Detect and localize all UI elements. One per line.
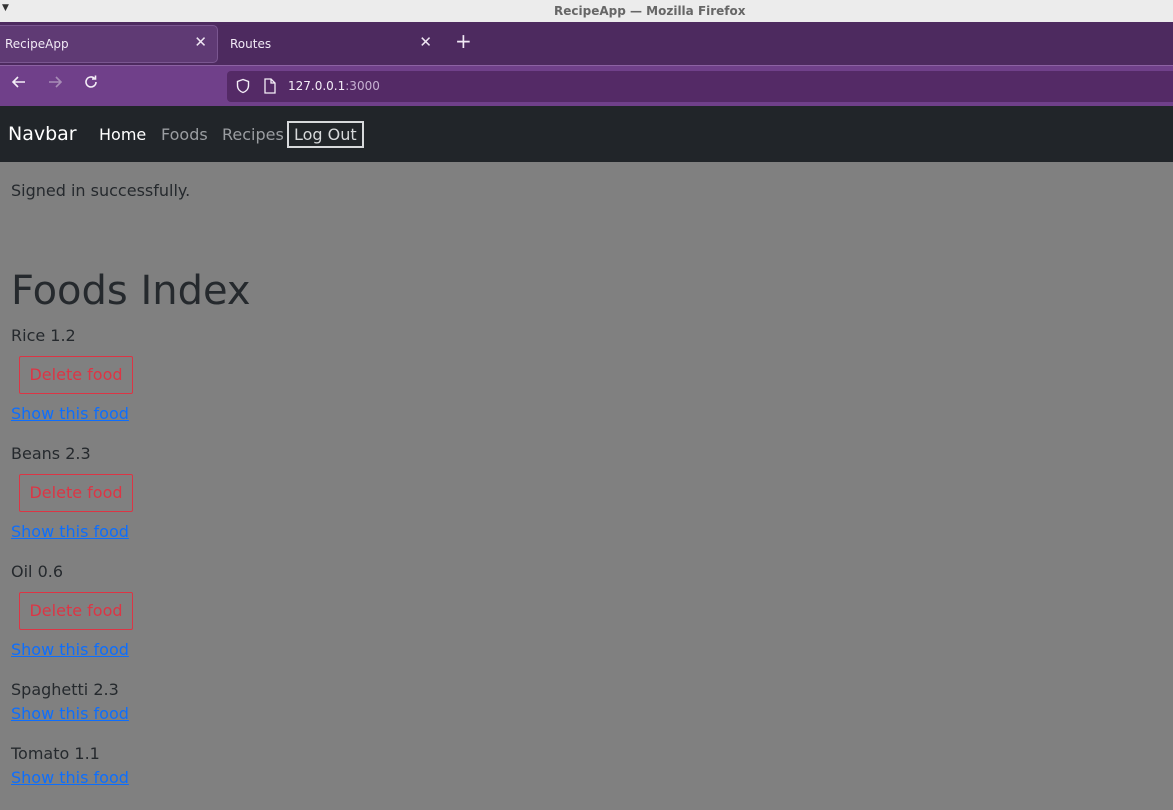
show-food-link[interactable]: Show this food: [11, 768, 129, 787]
tab-recipeapp[interactable]: RecipeApp ✕: [0, 26, 217, 62]
food-name: Oil 0.6: [11, 562, 64, 581]
show-food-link[interactable]: Show this food: [11, 522, 129, 541]
show-food-link[interactable]: Show this food: [11, 640, 129, 659]
nav-link-home[interactable]: Home: [99, 125, 146, 144]
tab-routes[interactable]: Routes ✕: [218, 26, 442, 62]
page-title: Foods Index: [11, 268, 251, 314]
delete-food-button[interactable]: Delete food: [19, 474, 133, 512]
url-bar[interactable]: 127.0.0.1:3000: [227, 71, 1173, 102]
food-name: Tomato 1.1: [11, 744, 100, 763]
close-icon[interactable]: ✕: [194, 33, 207, 51]
window-titlebar: ▼ RecipeApp — Mozilla Firefox: [0, 0, 1173, 22]
reload-icon[interactable]: [80, 74, 102, 96]
page-icon: [263, 78, 277, 98]
food-name: Beans 2.3: [11, 444, 91, 463]
delete-food-button[interactable]: Delete food: [19, 356, 133, 394]
tab-label: Routes: [230, 37, 272, 51]
show-food-link[interactable]: Show this food: [11, 404, 129, 423]
url-text[interactable]: 127.0.0.1:3000: [288, 79, 380, 93]
navbar-brand[interactable]: Navbar: [8, 123, 77, 145]
forward-arrow-icon[interactable]: [44, 74, 66, 96]
app-navbar: Navbar Home Foods Recipes Log Out: [0, 106, 1173, 162]
food-name: Spaghetti 2.3: [11, 680, 119, 699]
flash-notice: Signed in successfully.: [11, 181, 191, 200]
delete-food-button[interactable]: Delete food: [19, 592, 133, 630]
url-host: 127.0.0.1: [288, 79, 346, 93]
logout-button[interactable]: Log Out: [287, 121, 364, 148]
nav-toolbar: 127.0.0.1:3000: [0, 65, 1173, 106]
window-title: RecipeApp — Mozilla Firefox: [554, 4, 746, 18]
tab-strip: RecipeApp ✕ Routes ✕: [0, 22, 1173, 65]
url-port: :3000: [345, 79, 380, 93]
nav-link-recipes[interactable]: Recipes: [222, 125, 284, 144]
shield-icon[interactable]: [235, 78, 251, 98]
close-icon[interactable]: ✕: [419, 33, 432, 51]
back-arrow-icon[interactable]: [8, 74, 30, 96]
food-name: Rice 1.2: [11, 326, 76, 345]
show-food-link[interactable]: Show this food: [11, 704, 129, 723]
nav-link-foods[interactable]: Foods: [161, 125, 208, 144]
tab-label: RecipeApp: [5, 37, 69, 51]
plus-icon[interactable]: +: [455, 31, 472, 51]
